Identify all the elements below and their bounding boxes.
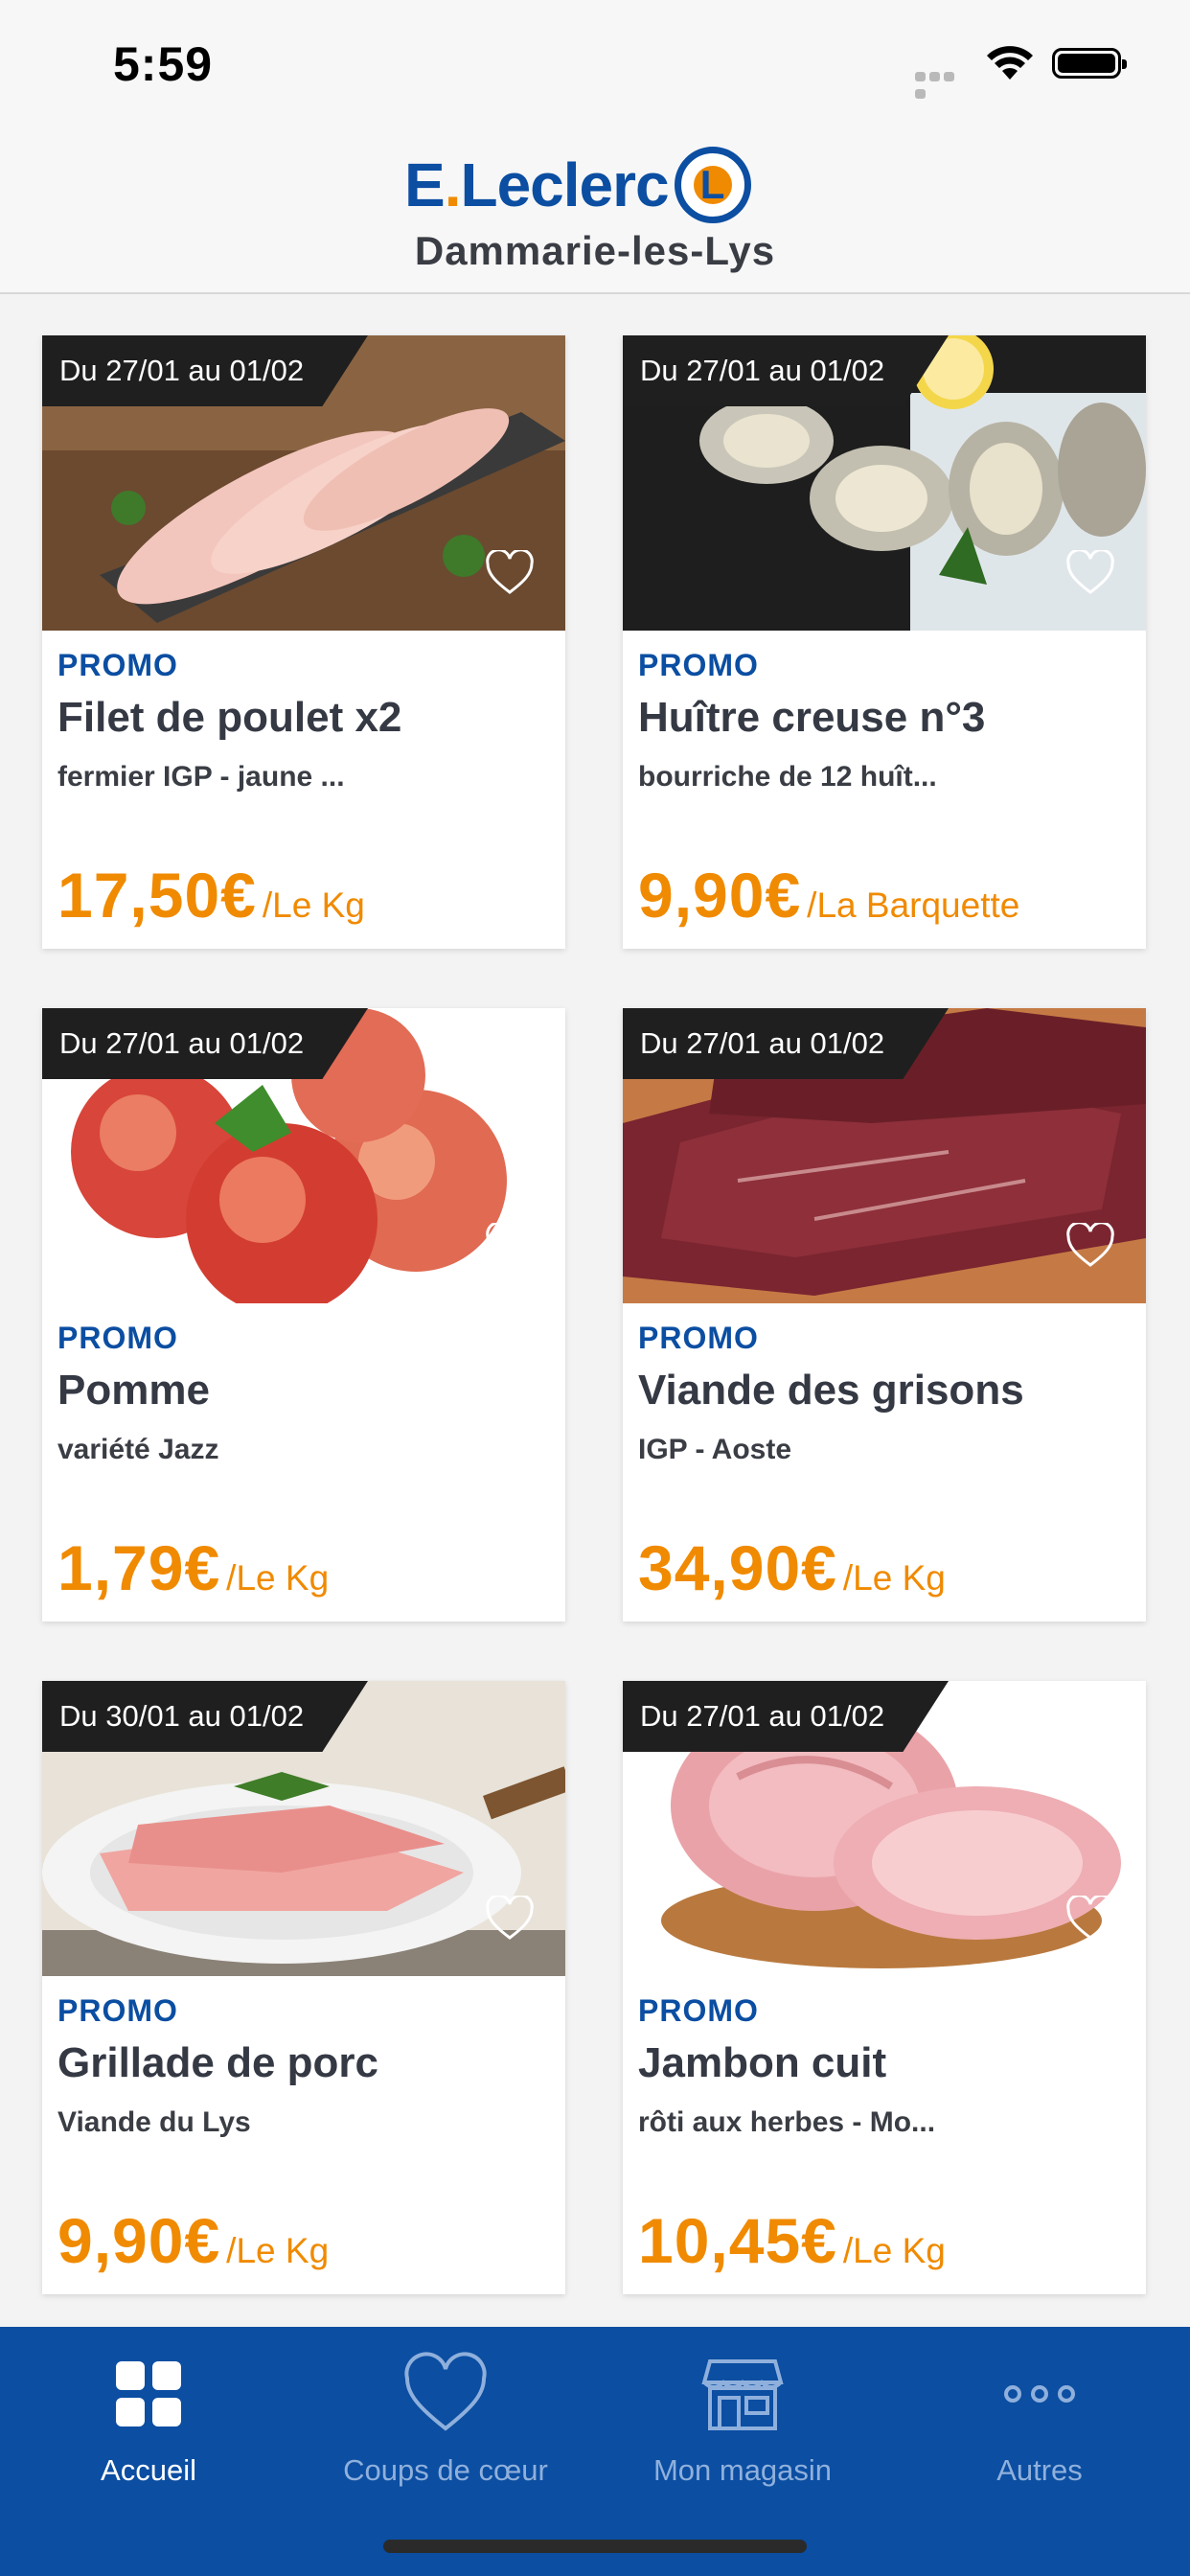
product-info: PROMO Grillade de porc Viande du Lys 9,9…: [42, 1976, 565, 2294]
date-badge: Du 27/01 au 01/02: [623, 1008, 949, 1079]
product-info: PROMO Viande des grisons IGP - Aoste 34,…: [623, 1303, 1146, 1622]
heart-icon: [404, 2352, 487, 2431]
product-title: Huître creuse n°3: [638, 694, 986, 741]
store-icon: [701, 2359, 784, 2430]
price-amount: 9,90€: [638, 860, 802, 931]
price-unit: /Le Kg: [262, 886, 365, 925]
product-title: Pomme: [57, 1367, 210, 1414]
favorite-heart-icon[interactable]: [485, 1223, 535, 1269]
more-icon: [1004, 2385, 1075, 2403]
date-badge: Du 27/01 au 01/02: [42, 1008, 368, 1079]
tab-mon-magasin[interactable]: Mon magasin: [594, 2327, 891, 2490]
date-badge: Du 30/01 au 01/02: [42, 1681, 368, 1752]
price-unit: /Le Kg: [226, 2231, 330, 2270]
product-subtitle: fermier IGP - jaune ...: [57, 761, 345, 793]
product-price: 10,45€/Le Kg: [638, 2204, 946, 2277]
product-price: 17,50€/Le Kg: [57, 859, 365, 932]
date-badge: Du 27/01 au 01/02: [623, 335, 949, 406]
promo-label: PROMO: [638, 1321, 759, 1355]
price-amount: 34,90€: [638, 1532, 837, 1603]
price-unit: /Le Kg: [226, 1558, 330, 1598]
tab-label: Accueil: [101, 2453, 196, 2487]
product-title: Viande des grisons: [638, 1367, 1024, 1414]
promo-label: PROMO: [57, 648, 178, 682]
price-amount: 10,45€: [638, 2205, 837, 2276]
price-amount: 1,79€: [57, 1532, 221, 1603]
leclerc-logo: E.Leclerc L: [404, 141, 751, 229]
product-card[interactable]: Du 27/01 au 01/02 PROMO Jambon cuit rôti…: [623, 1681, 1146, 2294]
product-card[interactable]: Du 27/01 au 01/02 PROMO Filet de poulet …: [42, 335, 565, 949]
wifi-icon: [987, 46, 1033, 80]
promo-label: PROMO: [638, 1993, 759, 2028]
product-info: PROMO Filet de poulet x2 fermier IGP - j…: [42, 631, 565, 949]
product-price: 9,90€/Le Kg: [57, 2204, 329, 2277]
price-unit: /Le Kg: [842, 2231, 946, 2270]
status-time: 5:59: [113, 37, 214, 91]
price-amount: 9,90€: [57, 2205, 221, 2276]
product-card[interactable]: Du 27/01 au 01/02 PROMO Viande des griso…: [623, 1008, 1146, 1622]
logo-emblem: L: [674, 147, 751, 223]
tab-label: Mon magasin: [652, 2453, 833, 2487]
logo-wordmark: E.Leclerc: [404, 150, 670, 219]
price-unit: /Le Kg: [842, 1558, 946, 1598]
cellular-signal-icon: [915, 69, 971, 99]
favorite-heart-icon[interactable]: [485, 550, 535, 596]
product-price: 1,79€/Le Kg: [57, 1531, 329, 1604]
product-subtitle: Viande du Lys: [57, 2106, 251, 2138]
tab-accueil[interactable]: Accueil: [0, 2327, 297, 2490]
product-price: 9,90€/La Barquette: [638, 859, 1019, 932]
product-price: 34,90€/Le Kg: [638, 1531, 946, 1604]
product-subtitle: rôti aux herbes - Mo...: [638, 2106, 936, 2138]
product-info: PROMO Pomme variété Jazz 1,79€/Le Kg: [42, 1303, 565, 1622]
product-title: Filet de poulet x2: [57, 694, 402, 741]
tab-autres[interactable]: Autres: [891, 2327, 1188, 2490]
store-name: Dammarie-les-Lys: [414, 228, 776, 273]
bottom-tab-bar: Accueil Coups de cœur Mon magasin Autres: [0, 2327, 1190, 2576]
product-subtitle: bourriche de 12 huît...: [638, 761, 937, 793]
promo-label: PROMO: [57, 1993, 178, 2028]
product-title: Grillade de porc: [57, 2039, 378, 2086]
tab-coups-de-coeur[interactable]: Coups de cœur: [297, 2327, 594, 2490]
product-subtitle: variété Jazz: [57, 1434, 219, 1465]
grid-icon: [116, 2361, 181, 2426]
promo-label: PROMO: [638, 648, 759, 682]
favorite-heart-icon[interactable]: [1065, 1223, 1115, 1269]
tab-label: Autres: [996, 2453, 1083, 2487]
favorite-heart-icon[interactable]: [1065, 550, 1115, 596]
product-card[interactable]: Du 30/01 au 01/02 PROMO Grillade de porc…: [42, 1681, 565, 2294]
price-unit: /La Barquette: [807, 886, 1020, 925]
product-title: Jambon cuit: [638, 2039, 887, 2086]
favorite-heart-icon[interactable]: [485, 1896, 535, 1942]
status-bar: 5:59: [0, 0, 1190, 129]
app-header: E.Leclerc L Dammarie-les-Lys: [0, 129, 1190, 294]
battery-icon: [1052, 48, 1127, 79]
product-card[interactable]: Du 27/01 au 01/02 PROMO Pomme variété Ja…: [42, 1008, 565, 1622]
product-info: PROMO Jambon cuit rôti aux herbes - Mo..…: [623, 1976, 1146, 2294]
home-indicator[interactable]: [383, 2540, 807, 2553]
favorite-heart-icon[interactable]: [1065, 1896, 1115, 1942]
tab-label: Coups de cœur: [343, 2453, 548, 2487]
price-amount: 17,50€: [57, 860, 257, 931]
date-badge: Du 27/01 au 01/02: [623, 1681, 949, 1752]
product-card[interactable]: Du 27/01 au 01/02 PROMO Huître creuse n°…: [623, 335, 1146, 949]
product-subtitle: IGP - Aoste: [638, 1434, 792, 1465]
date-badge: Du 27/01 au 01/02: [42, 335, 368, 406]
promo-label: PROMO: [57, 1321, 178, 1355]
product-info: PROMO Huître creuse n°3 bourriche de 12 …: [623, 631, 1146, 949]
